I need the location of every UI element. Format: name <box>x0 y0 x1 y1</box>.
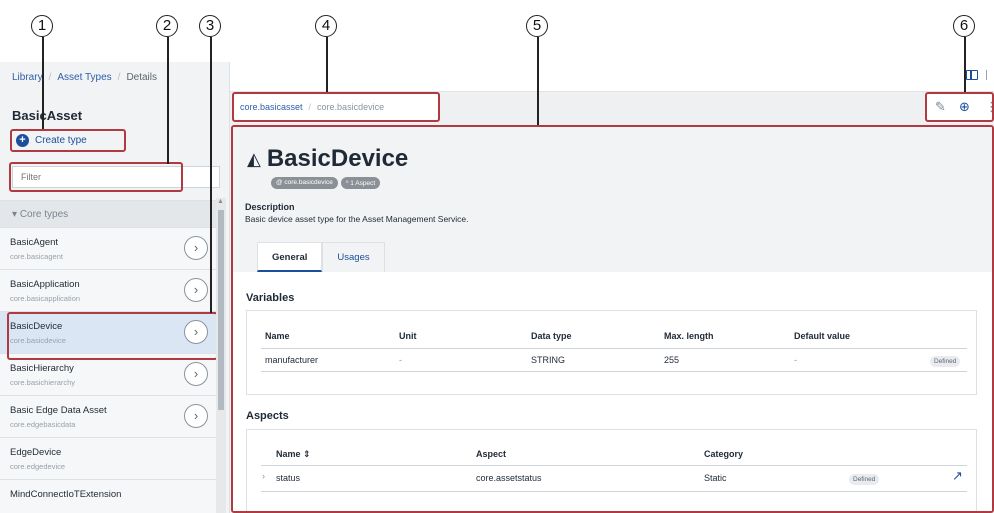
var-unit: - <box>399 355 402 365</box>
var-default: - <box>794 355 797 365</box>
path-current: core.basicdevice <box>317 102 385 112</box>
chevron-right-circle-icon[interactable]: › <box>184 404 208 428</box>
asset-type-icon: ◭ <box>247 148 261 169</box>
plus-circle-icon: + <box>16 134 29 147</box>
list-item-name: MindConnectIoTExtension <box>10 489 122 500</box>
col-unit: Unit <box>399 331 417 341</box>
id-badge: @ core.basicdevice <box>271 177 338 189</box>
variables-title: Variables <box>246 292 295 304</box>
tab-general[interactable]: General <box>257 242 323 272</box>
scrollbar-thumb[interactable] <box>218 210 224 410</box>
panel-toggle-icon-secondary[interactable] <box>986 70 994 80</box>
callout-3: 3 <box>199 15 221 37</box>
list-item-id: core.edgedevice <box>10 462 66 471</box>
callout-6: 6 <box>953 15 975 37</box>
create-type-button[interactable]: + Create type <box>10 129 126 152</box>
type-details: ◭ BasicDevice @ core.basicdevice ⁰ 1 Asp… <box>231 125 994 513</box>
aspects-table: Name ⇕ Aspect Category › status core.ass… <box>246 429 977 511</box>
callout-1: 1 <box>31 15 53 37</box>
list-scrollbar[interactable]: ▲ <box>216 198 226 513</box>
more-icon[interactable]: ⋮ <box>985 99 994 115</box>
var-type: STRING <box>531 355 566 365</box>
description-label: Description <box>245 202 295 212</box>
asset-title-text: BasicDevice <box>266 145 409 172</box>
col-name: Name <box>265 331 290 341</box>
list-item[interactable]: BasicHierarchy core.basichierarchy › <box>0 354 216 396</box>
row-divider <box>261 491 967 492</box>
aspect-count-badge: ⁰ 1 Aspect <box>340 177 381 189</box>
path-parent[interactable]: core.basicasset <box>240 102 303 112</box>
chevron-right-circle-icon[interactable]: › <box>184 278 208 302</box>
callout-6-line <box>964 37 966 92</box>
callout-4: 4 <box>315 15 337 37</box>
breadcrumb-details: Details <box>126 72 158 83</box>
callout-5: 5 <box>526 15 548 37</box>
badges: @ core.basicdevice ⁰ 1 Aspect <box>271 177 381 189</box>
chevron-right-circle-icon[interactable]: › <box>184 362 208 386</box>
list-item[interactable]: BasicApplication core.basicapplication › <box>0 270 216 312</box>
col-default-value: Default value <box>794 331 851 341</box>
detail-header: ◭ BasicDevice @ core.basicdevice ⁰ 1 Asp… <box>233 127 992 272</box>
status-badge: Defined <box>930 356 961 367</box>
callout-5-line <box>537 37 539 125</box>
status-badge: Defined <box>849 474 880 485</box>
breadcrumb-asset-types[interactable]: Asset Types <box>57 72 111 83</box>
tab-bar: General Usages <box>257 242 385 272</box>
pencil-icon[interactable]: ✎ <box>935 99 946 115</box>
list-item[interactable]: BasicAgent core.basicagent › <box>0 228 216 270</box>
chevron-right-circle-icon[interactable]: › <box>184 236 208 260</box>
group-core-types[interactable]: ▾ Core types <box>0 200 216 228</box>
header-divider <box>261 348 967 349</box>
col-category: Category <box>704 449 744 459</box>
variables-table: Name Unit Data type Max. length Default … <box>246 310 977 395</box>
asset-title: ◭ BasicDevice <box>247 145 408 173</box>
var-max: 255 <box>664 355 680 365</box>
callout-2: 2 <box>156 15 178 37</box>
top-bar <box>230 62 994 92</box>
callout-1-line <box>42 37 44 129</box>
tab-usages[interactable]: Usages <box>322 242 385 272</box>
list-item[interactable]: EdgeDevice core.edgedevice <box>0 438 216 480</box>
callout-3-line <box>210 37 212 313</box>
type-list: BasicAgent core.basicagent › BasicApplic… <box>0 228 216 513</box>
general-tab-content: Variables Name Unit Data type Max. lengt… <box>233 272 992 511</box>
panel-toggle-icon[interactable] <box>966 70 978 80</box>
create-type-label: Create type <box>35 135 87 146</box>
group-core-types-label: Core types <box>19 209 69 220</box>
list-item[interactable]: Basic Edge Data Asset core.edgebasicdata… <box>0 396 216 438</box>
aspect-name: status <box>276 473 301 483</box>
row-divider <box>261 371 967 372</box>
type-path-breadcrumb: core.basicasset / core.basicdevice <box>232 92 440 122</box>
filter-highlight-frame <box>9 162 183 192</box>
aspect-type: core.assetstatus <box>476 473 542 483</box>
description-text: Basic device asset type for the Asset Ma… <box>245 214 469 224</box>
col-data-type: Data type <box>531 331 572 341</box>
aspects-title: Aspects <box>246 410 289 422</box>
callout-4-line <box>326 37 328 92</box>
callout-2-line <box>167 37 169 164</box>
breadcrumb-library[interactable]: Library <box>12 72 43 83</box>
selected-highlight-frame <box>7 312 218 360</box>
breadcrumb: Library / Asset Types / Details <box>12 72 158 83</box>
actions-toolbar: ✎ ⊕ ⋮ <box>925 92 994 122</box>
external-arrow-icon[interactable]: ↗ <box>952 468 963 484</box>
expand-row-icon[interactable]: › <box>262 471 265 481</box>
col-max-length: Max. length <box>664 331 714 341</box>
plus-circle-icon[interactable]: ⊕ <box>959 99 970 115</box>
aspect-category: Static <box>704 473 727 483</box>
scroll-up-icon[interactable]: ▲ <box>217 198 224 205</box>
list-item-name: EdgeDevice <box>10 447 62 458</box>
header-divider <box>261 465 967 466</box>
list-item[interactable]: MindConnectIoTExtension <box>0 480 216 513</box>
col-aspect-name[interactable]: Name ⇕ <box>276 449 311 460</box>
var-name: manufacturer <box>265 355 319 365</box>
col-aspect: Aspect <box>476 449 507 459</box>
parent-type-title: BasicAsset <box>12 108 83 123</box>
